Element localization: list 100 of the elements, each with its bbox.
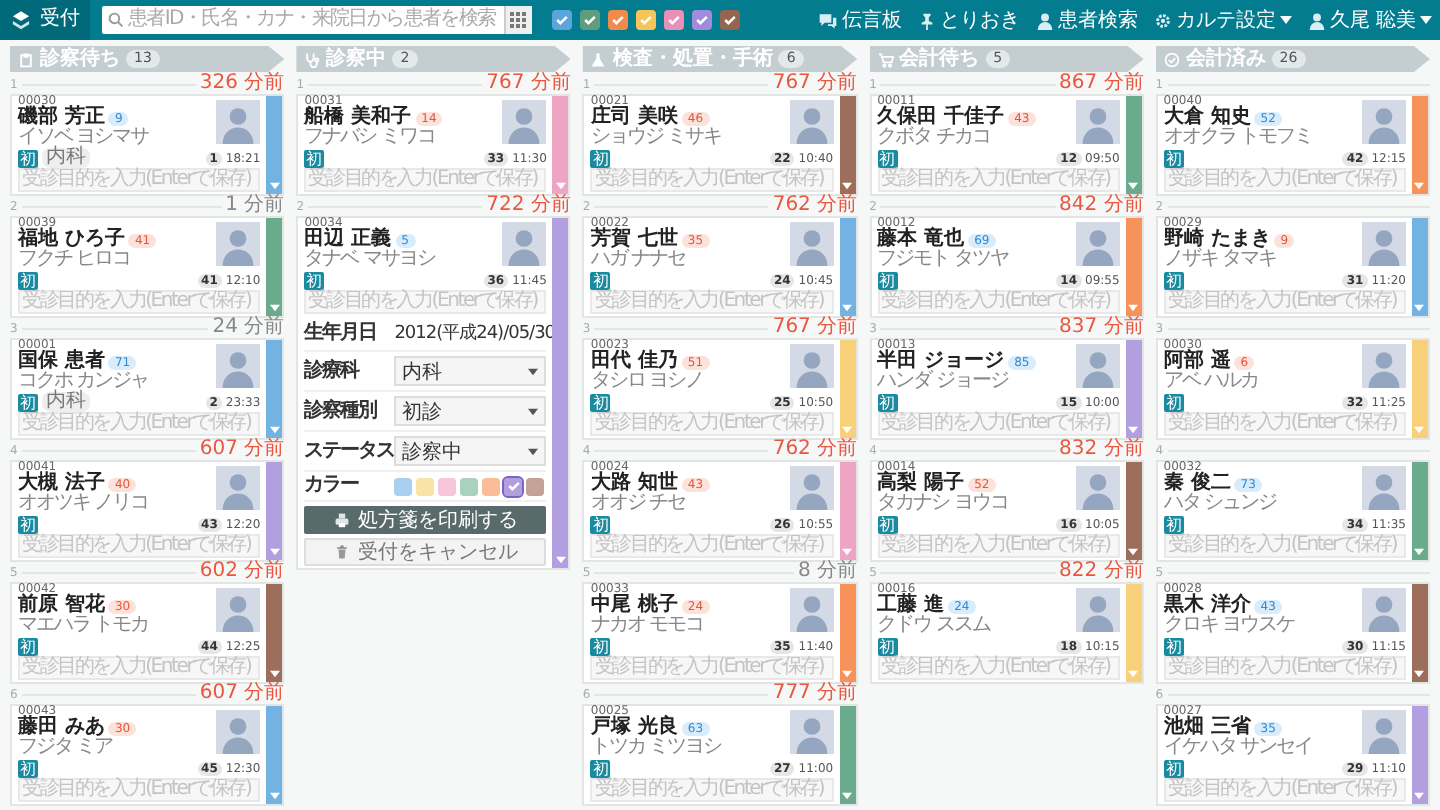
- color-filter-checkbox[interactable]: [719, 10, 740, 30]
- caret-icon: [269, 548, 280, 556]
- color-swatch[interactable]: [416, 477, 435, 495]
- nav-link[interactable]: 久尾 聡美: [1299, 0, 1440, 40]
- color-bar[interactable]: [1411, 96, 1428, 194]
- color-bar[interactable]: [266, 462, 283, 560]
- patient-type-tag: 初: [877, 393, 898, 411]
- column-title: 会計済み: [1185, 49, 1266, 69]
- patient-name: 磯部 芳正: [18, 108, 105, 128]
- color-swatch[interactable]: [394, 477, 413, 495]
- person-icon: [1035, 11, 1054, 29]
- color-swatch[interactable]: [438, 477, 457, 495]
- caret-icon: [842, 182, 853, 190]
- color-bar[interactable]: [1411, 706, 1428, 804]
- patient-type-tag: 初: [1163, 393, 1184, 411]
- color-swatch[interactable]: [460, 477, 479, 495]
- color-swatch[interactable]: [482, 477, 501, 495]
- color-bar[interactable]: [1411, 584, 1428, 682]
- patient-kana: タナベ マサヨシ: [304, 250, 438, 270]
- color-bar[interactable]: [552, 218, 569, 568]
- grid-button[interactable]: [503, 6, 532, 34]
- nav-link[interactable]: カルテ設定: [1145, 0, 1300, 40]
- color-bar[interactable]: [1125, 462, 1142, 560]
- logo-tile[interactable]: 受付: [0, 0, 90, 40]
- color-filter-checkbox[interactable]: [551, 10, 572, 30]
- color-bar[interactable]: [1125, 340, 1142, 438]
- caret-icon: [1128, 670, 1139, 678]
- color-bar[interactable]: [266, 218, 283, 316]
- color-bar[interactable]: [1125, 584, 1142, 682]
- color-bar[interactable]: [839, 462, 856, 560]
- color-bar[interactable]: [839, 584, 856, 682]
- color-bar[interactable]: [266, 584, 283, 682]
- color-bar[interactable]: [1125, 218, 1142, 316]
- color-bar[interactable]: [839, 706, 856, 804]
- select-field[interactable]: 初診: [394, 396, 547, 426]
- color-bar[interactable]: [839, 96, 856, 194]
- color-swatch[interactable]: [504, 477, 523, 495]
- select-field[interactable]: 内科: [394, 356, 547, 386]
- avatar-silhouette-icon: [1361, 466, 1406, 510]
- patient-type-tag: 初: [1163, 637, 1184, 655]
- patient-kana: ハンダ ジョージ: [877, 372, 1011, 392]
- color-bar[interactable]: [266, 340, 283, 438]
- elapsed-time: 607 分前: [199, 684, 285, 704]
- caret-icon: [1414, 426, 1425, 434]
- cart-icon: [877, 51, 894, 67]
- caret-icon: [1414, 548, 1425, 556]
- caret-icon: [528, 447, 539, 455]
- elapsed-time: 602 分前: [199, 562, 285, 582]
- avatar-silhouette-icon: [789, 710, 834, 754]
- patient-name: 国保 患者: [18, 352, 105, 372]
- avatar-silhouette-icon: [1361, 100, 1406, 144]
- nav-link[interactable]: とりおき: [909, 0, 1028, 40]
- patient-type-tag: 初: [18, 149, 38, 167]
- patient-kana: フナバシ ミワコ: [304, 128, 437, 148]
- color-bar[interactable]: [1125, 96, 1142, 194]
- color-filter-checkbox[interactable]: [579, 10, 600, 30]
- patient-type-tag: 初: [18, 393, 38, 411]
- patient-kana: トツカ ミツヨシ: [590, 738, 724, 758]
- printer-icon: [333, 512, 350, 528]
- color-bar[interactable]: [266, 706, 283, 804]
- patient-name: 池畑 三省: [1163, 718, 1251, 738]
- caret-icon: [269, 304, 280, 312]
- caret-icon: [1128, 426, 1139, 434]
- elapsed-time: 822 分前: [1059, 562, 1144, 582]
- patient-name: 阿部 遥: [1163, 352, 1231, 372]
- nav-link[interactable]: 患者検索: [1027, 0, 1146, 40]
- grid-icon: [510, 12, 527, 28]
- patient-name: 庄司 美咲: [590, 108, 678, 128]
- patient-name: 前原 智花: [18, 596, 105, 616]
- elapsed-time: 762 分前: [772, 196, 858, 216]
- color-bar[interactable]: [1411, 462, 1428, 560]
- patient-type-tag: 初: [590, 149, 611, 167]
- patient-type-tag: 初: [590, 271, 611, 289]
- color-bar[interactable]: [1411, 218, 1428, 316]
- color-filter-checkbox[interactable]: [691, 10, 712, 30]
- caret-icon: [555, 182, 566, 190]
- cancel-reception-button[interactable]: 受付をキャンセル: [304, 538, 547, 566]
- color-bar[interactable]: [839, 218, 856, 316]
- nav-link[interactable]: 伝言板: [809, 0, 910, 40]
- color-filter-checkbox[interactable]: [663, 10, 684, 30]
- patient-type-tag: 初: [1163, 515, 1184, 533]
- select-field[interactable]: 診察中: [394, 436, 547, 466]
- caret-icon: [842, 670, 853, 678]
- pin-icon: [917, 11, 936, 29]
- color-bar[interactable]: [266, 96, 283, 194]
- color-filter-checkbox[interactable]: [607, 10, 628, 30]
- avatar-silhouette-icon: [1075, 222, 1120, 266]
- elapsed-time: 832 分前: [1059, 440, 1144, 460]
- caret-icon: [842, 792, 853, 800]
- color-bar[interactable]: [839, 340, 856, 438]
- color-bar[interactable]: [552, 96, 569, 194]
- print-prescription-button[interactable]: 処方箋を印刷する: [304, 506, 547, 534]
- elapsed-time: 326 分前: [199, 74, 285, 94]
- patient-kana: オオツキ ノリコ: [18, 494, 151, 514]
- color-swatch[interactable]: [526, 477, 545, 495]
- patient-type-tag: 初: [18, 271, 38, 289]
- caret-icon: [1128, 304, 1139, 312]
- color-bar[interactable]: [1411, 340, 1428, 438]
- color-filter-checkbox[interactable]: [635, 10, 656, 30]
- patient-name: 大槻 法子: [18, 474, 105, 494]
